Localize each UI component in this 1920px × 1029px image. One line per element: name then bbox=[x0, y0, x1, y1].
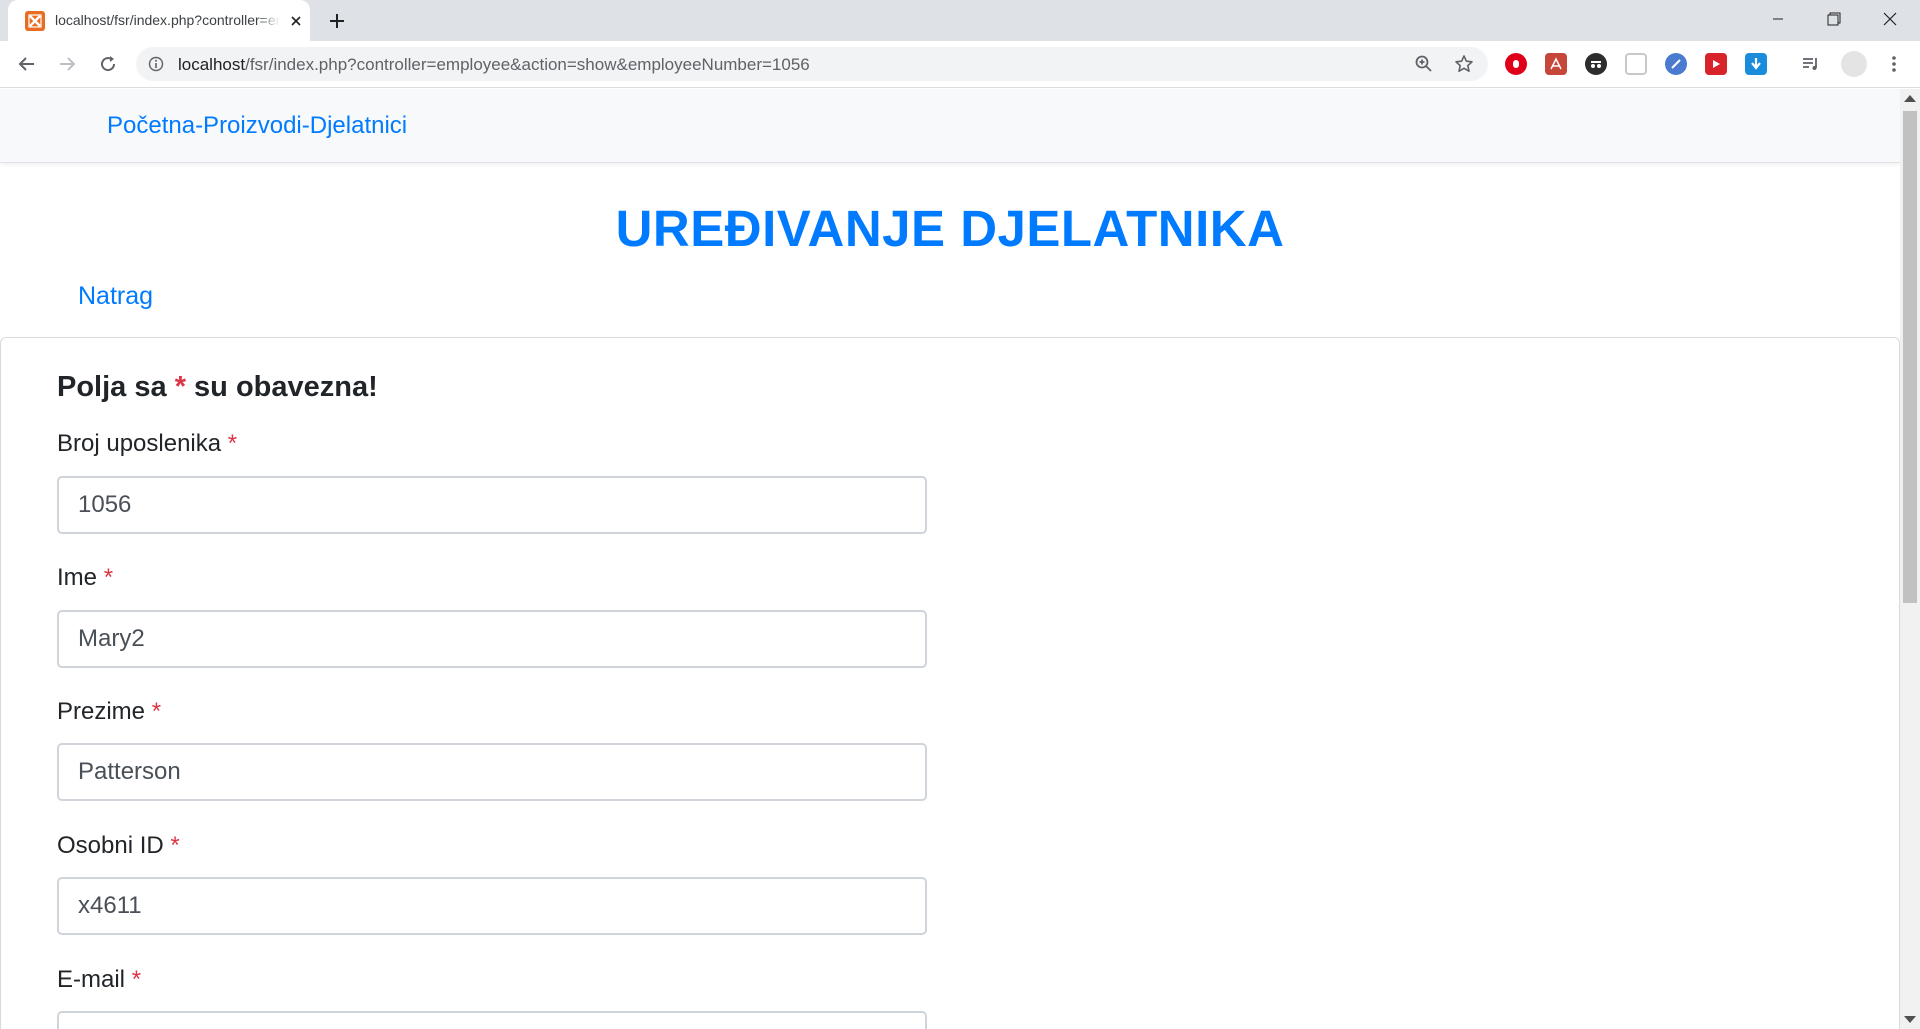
employee-number-input[interactable] bbox=[57, 476, 927, 534]
browser-toolbar: localhost/fsr/index.php?controller=emplo… bbox=[0, 41, 1920, 88]
back-link[interactable]: Natrag bbox=[78, 282, 153, 311]
address-bar[interactable]: localhost/fsr/index.php?controller=emplo… bbox=[136, 47, 1488, 81]
close-window-icon[interactable] bbox=[1862, 0, 1918, 38]
last-name-input[interactable] bbox=[57, 743, 927, 801]
scroll-down-arrow-icon[interactable] bbox=[1904, 1016, 1916, 1023]
personal-id-label: Osobni ID * bbox=[57, 832, 180, 860]
new-tab-icon[interactable] bbox=[325, 9, 349, 33]
pdf-extension-icon[interactable] bbox=[1545, 53, 1567, 75]
page-content: Početna-Proizvodi-Djelatnici UREĐIVANJE … bbox=[0, 89, 1900, 1029]
feather-extension-icon[interactable] bbox=[1665, 53, 1687, 75]
bookmark-star-icon[interactable] bbox=[1454, 54, 1474, 74]
media-extension-icon[interactable] bbox=[1705, 53, 1727, 75]
browser-tab-strip: localhost/fsr/index.php?controller=emplo… bbox=[0, 0, 1920, 41]
media-queue-icon[interactable] bbox=[1800, 53, 1822, 75]
tab-close-icon[interactable] bbox=[288, 13, 304, 29]
required-note-suffix: su obavezna! bbox=[194, 371, 378, 403]
back-arrow-icon[interactable] bbox=[15, 52, 39, 76]
required-note-prefix: Polja sa bbox=[57, 371, 167, 403]
minimize-icon[interactable] bbox=[1750, 0, 1806, 38]
personal-id-label-text: Osobni ID bbox=[57, 832, 164, 859]
tab-title: localhost/fsr/index.php?controller=emplo… bbox=[55, 12, 280, 28]
scrollbar-thumb[interactable] bbox=[1903, 111, 1917, 603]
email-input[interactable] bbox=[57, 1011, 927, 1029]
xampp-favicon-icon bbox=[25, 11, 45, 31]
required-star: * bbox=[151, 698, 162, 725]
required-star: * bbox=[174, 371, 186, 403]
info-icon[interactable] bbox=[148, 56, 164, 72]
url-path: /fsr/index.php?controller=employee&actio… bbox=[245, 55, 810, 74]
email-label-text: E-mail bbox=[57, 966, 126, 993]
page-scrollbar[interactable] bbox=[1900, 89, 1920, 1029]
restore-icon[interactable] bbox=[1806, 0, 1862, 38]
last-name-label-text: Prezime bbox=[57, 698, 146, 725]
site-navbar: Početna-Proizvodi-Djelatnici bbox=[0, 89, 1900, 163]
employee-number-label: Broj uposlenika * bbox=[57, 430, 237, 458]
navbar-brand-link[interactable]: Početna-Proizvodi-Djelatnici bbox=[107, 112, 407, 140]
page-title: UREĐIVANJE DJELATNIKA bbox=[615, 200, 1285, 257]
browser-tab[interactable]: localhost/fsr/index.php?controller=emplo… bbox=[8, 0, 310, 41]
page-extension-icon[interactable] bbox=[1625, 53, 1647, 75]
zoom-icon[interactable] bbox=[1414, 54, 1434, 74]
forward-arrow-icon[interactable] bbox=[55, 52, 79, 76]
first-name-input[interactable] bbox=[57, 610, 927, 668]
profile-avatar-icon[interactable] bbox=[1841, 51, 1867, 77]
required-star: * bbox=[131, 966, 142, 993]
scroll-up-arrow-icon[interactable] bbox=[1904, 95, 1916, 102]
employee-number-label-text: Broj uposlenika bbox=[57, 430, 222, 457]
menu-dots-icon[interactable] bbox=[1883, 53, 1905, 75]
required-star: * bbox=[227, 430, 238, 457]
employee-form-card: Polja sa * su obavezna! Broj uposlenika … bbox=[0, 337, 1900, 1029]
first-name-label-text: Ime bbox=[57, 564, 98, 591]
reload-icon[interactable] bbox=[96, 52, 120, 76]
personal-id-input[interactable] bbox=[57, 877, 927, 935]
required-fields-note: Polja sa * su obavezna! bbox=[57, 371, 378, 404]
url-host: localhost bbox=[178, 55, 246, 74]
required-star: * bbox=[103, 564, 114, 591]
email-label: E-mail * bbox=[57, 966, 141, 994]
download-extension-icon[interactable] bbox=[1745, 53, 1767, 75]
url-text[interactable]: localhost/fsr/index.php?controller=emplo… bbox=[178, 55, 810, 75]
incognito-extension-icon[interactable] bbox=[1585, 53, 1607, 75]
required-star: * bbox=[170, 832, 180, 859]
first-name-label: Ime * bbox=[57, 564, 113, 592]
adblock-extension-icon[interactable] bbox=[1505, 53, 1527, 75]
last-name-label: Prezime * bbox=[57, 698, 161, 726]
